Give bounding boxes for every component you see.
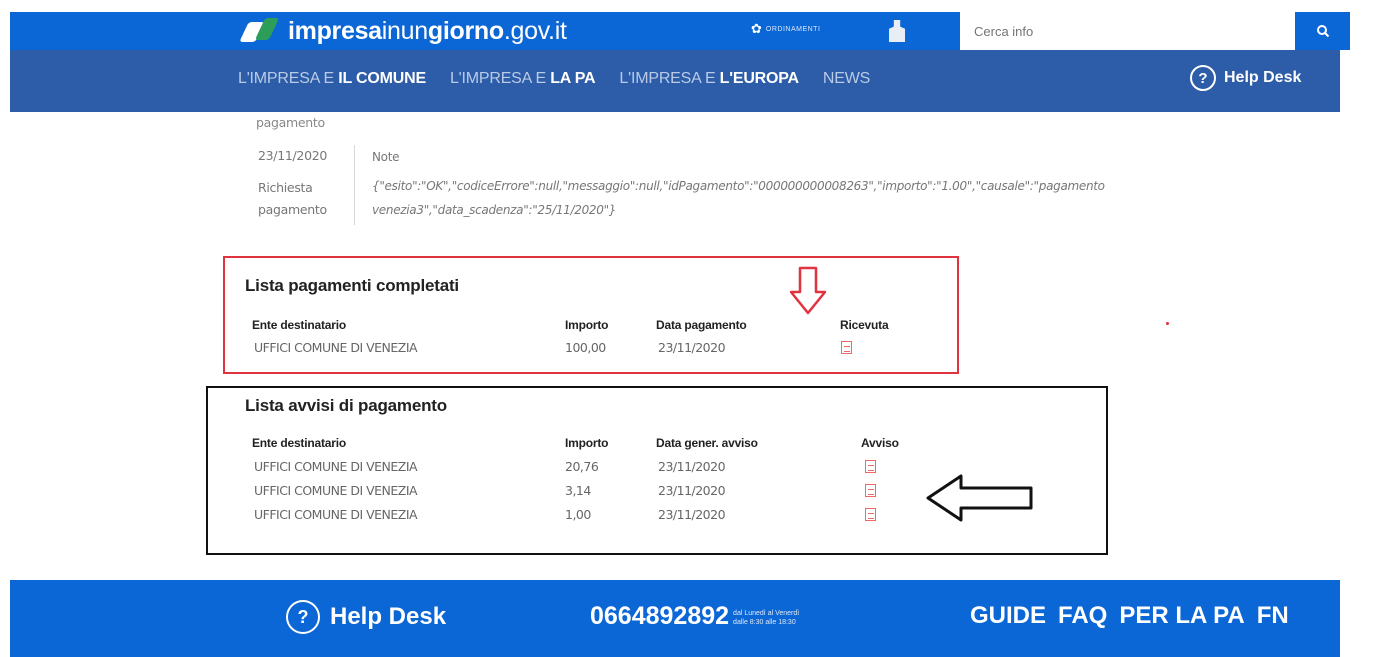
completed-data: 23/11/2020: [658, 340, 726, 355]
top-header: impresainungiorno.gov.it ✿ ORDINAMENTI: [10, 12, 1350, 50]
notices-title: Lista avvisi di pagamento: [245, 396, 447, 415]
nav-item-news[interactable]: NEWS: [823, 70, 870, 88]
footer-link-fn[interactable]: FN: [1257, 602, 1289, 630]
pdf-notice-icon[interactable]: [865, 484, 876, 497]
footer-link-per-la-pa[interactable]: PER LA PA: [1119, 602, 1244, 630]
footer-link-guide[interactable]: GUIDE: [970, 602, 1046, 630]
main-nav: L'IMPRESA E IL COMUNE L'IMPRESA E LA PA …: [10, 50, 1340, 112]
notice-ente: UFFICI COMUNE DI VENEZIA: [254, 483, 418, 498]
footer-links: GUIDE FAQ PER LA PA FN: [970, 602, 1289, 630]
help-icon: ?: [1190, 65, 1216, 91]
column-header: Ente destinatario: [252, 318, 346, 332]
phone-number: 0664892892: [590, 602, 730, 630]
site-logo[interactable]: impresainungiorno.gov.it: [239, 12, 567, 50]
notice-data: 23/11/2020: [658, 459, 726, 474]
note-body: {"esito":"OK","codiceErrore":null,"messa…: [372, 179, 1105, 217]
arrow-left-annotation: [926, 474, 1033, 522]
stray-dot: [1166, 322, 1169, 325]
gov-label: ORDINAMENTI: [765, 25, 821, 33]
notice-data: 23/11/2020: [658, 507, 726, 522]
notice-ente: UFFICI COMUNE DI VENEZIA: [254, 459, 418, 474]
footer: ? Help Desk 0664892892 dal Lunedì al Ven…: [10, 580, 1340, 657]
note-title: Note: [372, 150, 400, 164]
completed-importo: 100,00: [565, 340, 606, 355]
helpdesk-label: Help Desk: [1224, 69, 1302, 86]
building-icon[interactable]: [889, 20, 905, 42]
column-header: Data gener. avviso: [656, 436, 758, 450]
helpdesk-link[interactable]: ? Help Desk: [1190, 65, 1301, 91]
nav-item-europa[interactable]: L'IMPRESA E L'EUROPA: [619, 70, 799, 88]
pdf-notice-icon[interactable]: [865, 460, 876, 473]
notice-ente: UFFICI COMUNE DI VENEZIA: [254, 507, 418, 522]
nav-item-pa[interactable]: L'IMPRESA E LA PA: [450, 70, 596, 88]
logo-mark-icon: [239, 16, 282, 46]
note-label: Richiesta: [258, 180, 313, 195]
footer-helpdesk[interactable]: ? Help Desk: [286, 600, 446, 634]
gov-emblem[interactable]: ✿ ORDINAMENTI: [751, 21, 820, 37]
column-header: Importo: [565, 318, 609, 332]
completed-ente: UFFICI COMUNE DI VENEZIA: [254, 340, 418, 355]
search-icon: [1316, 25, 1329, 38]
notice-importo: 3,14: [565, 483, 591, 498]
notice-data: 23/11/2020: [658, 483, 726, 498]
pdf-receipt-icon[interactable]: [841, 341, 852, 354]
search-input[interactable]: [960, 12, 1295, 50]
note-label-2: pagamento: [258, 202, 327, 217]
highlight-box-completed: [223, 256, 959, 374]
column-header: Avviso: [861, 436, 899, 450]
completed-title: Lista pagamenti completati: [245, 276, 459, 295]
arrow-down-annotation: [789, 266, 827, 315]
notice-importo: 1,00: [565, 507, 591, 522]
notice-importo: 20,76: [565, 459, 599, 474]
column-header: Ente destinatario: [252, 436, 346, 450]
logo-text: impresainungiorno.gov.it: [288, 16, 567, 45]
column-header: Ricevuta: [840, 318, 889, 332]
nav-item-comune[interactable]: L'IMPRESA E IL COMUNE: [238, 70, 426, 88]
footer-phone[interactable]: 0664892892 dal Lunedì al Venerdì dalle 8:…: [590, 602, 799, 631]
note-date: 23/11/2020: [258, 148, 328, 163]
column-header: Data pagamento: [656, 318, 747, 332]
footer-helpdesk-label: Help Desk: [330, 603, 447, 630]
phone-hours: dal Lunedì al Venerdì dalle 8:30 alle 18:…: [733, 610, 800, 626]
note-divider: [354, 145, 355, 225]
help-icon: ?: [286, 600, 320, 634]
note-cut-label: pagamento: [256, 115, 325, 130]
column-header: Importo: [565, 436, 609, 450]
footer-link-faq[interactable]: FAQ: [1058, 602, 1107, 630]
gov-emblem-icon: ✿: [751, 21, 762, 36]
pdf-notice-icon[interactable]: [865, 508, 876, 521]
search-button[interactable]: [1295, 12, 1350, 50]
